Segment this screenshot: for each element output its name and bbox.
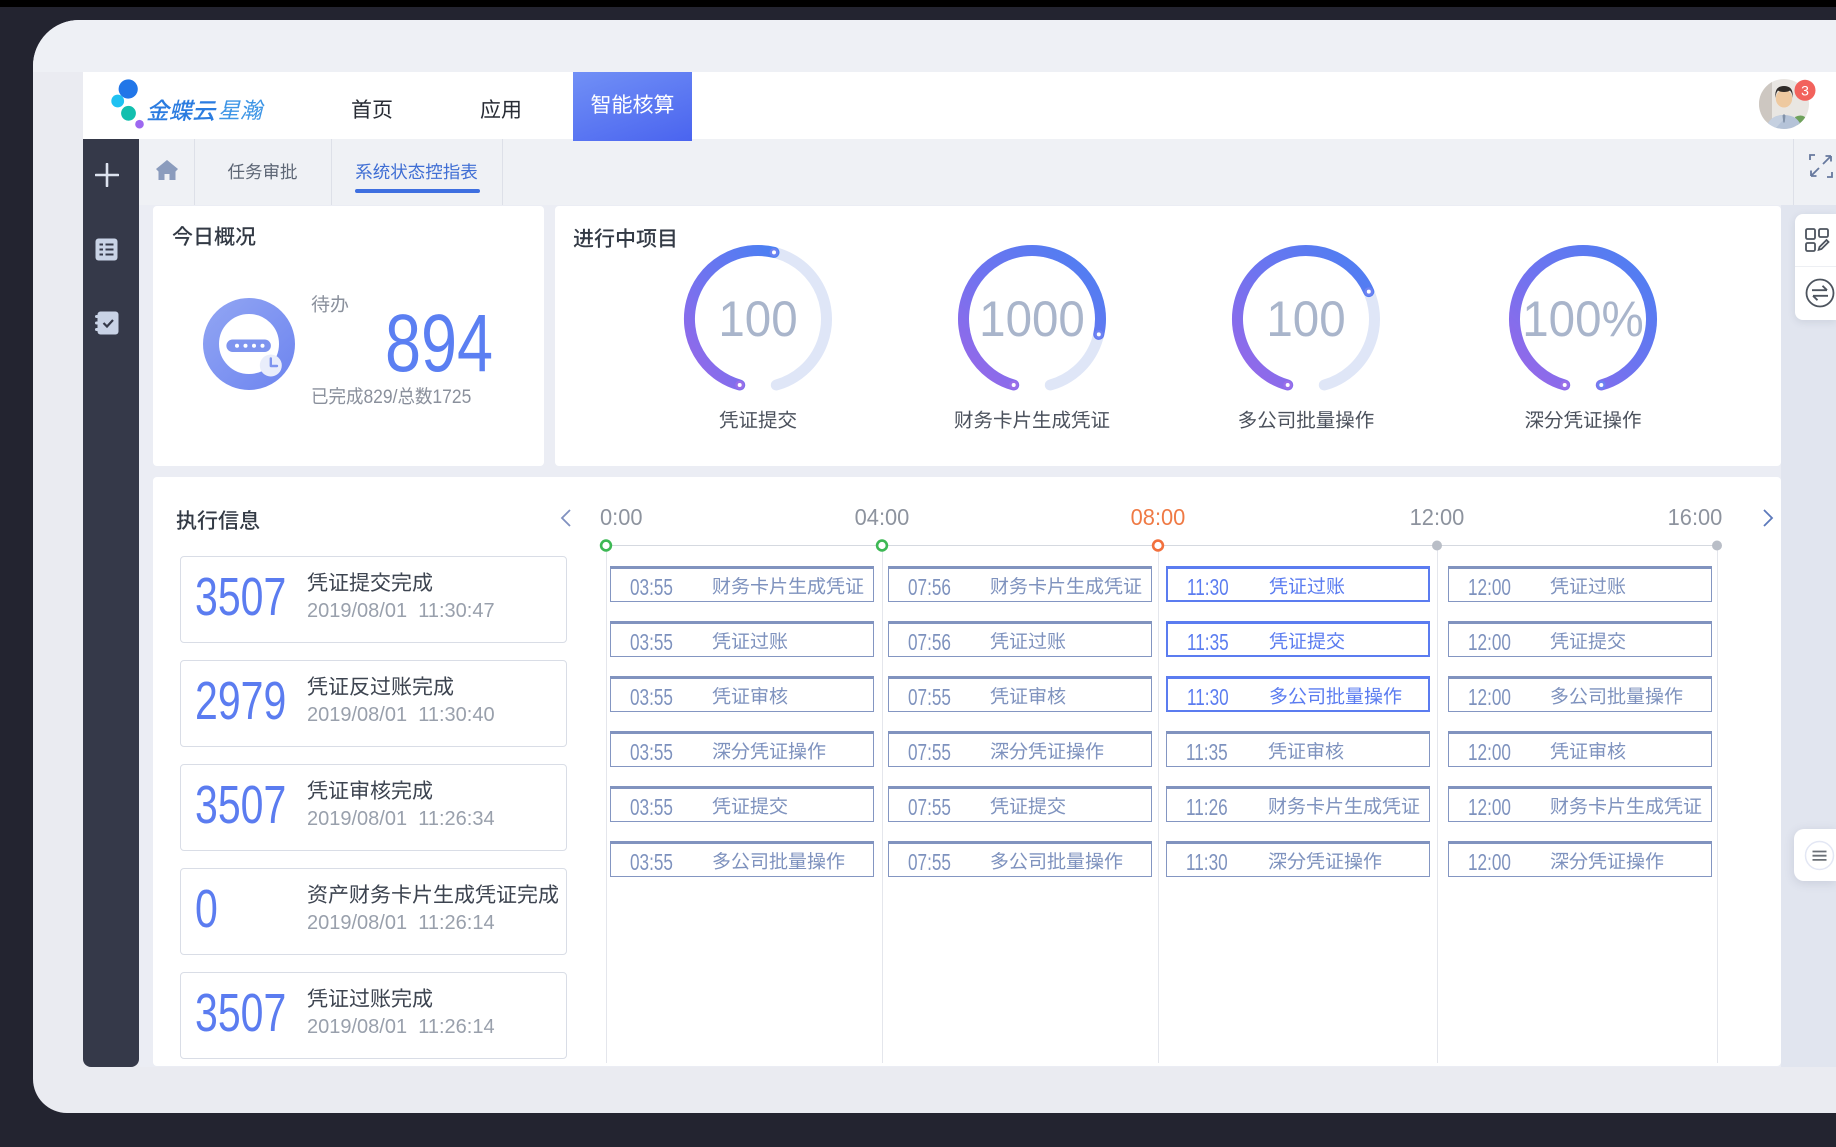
svg-text:3: 3: [1801, 82, 1809, 98]
